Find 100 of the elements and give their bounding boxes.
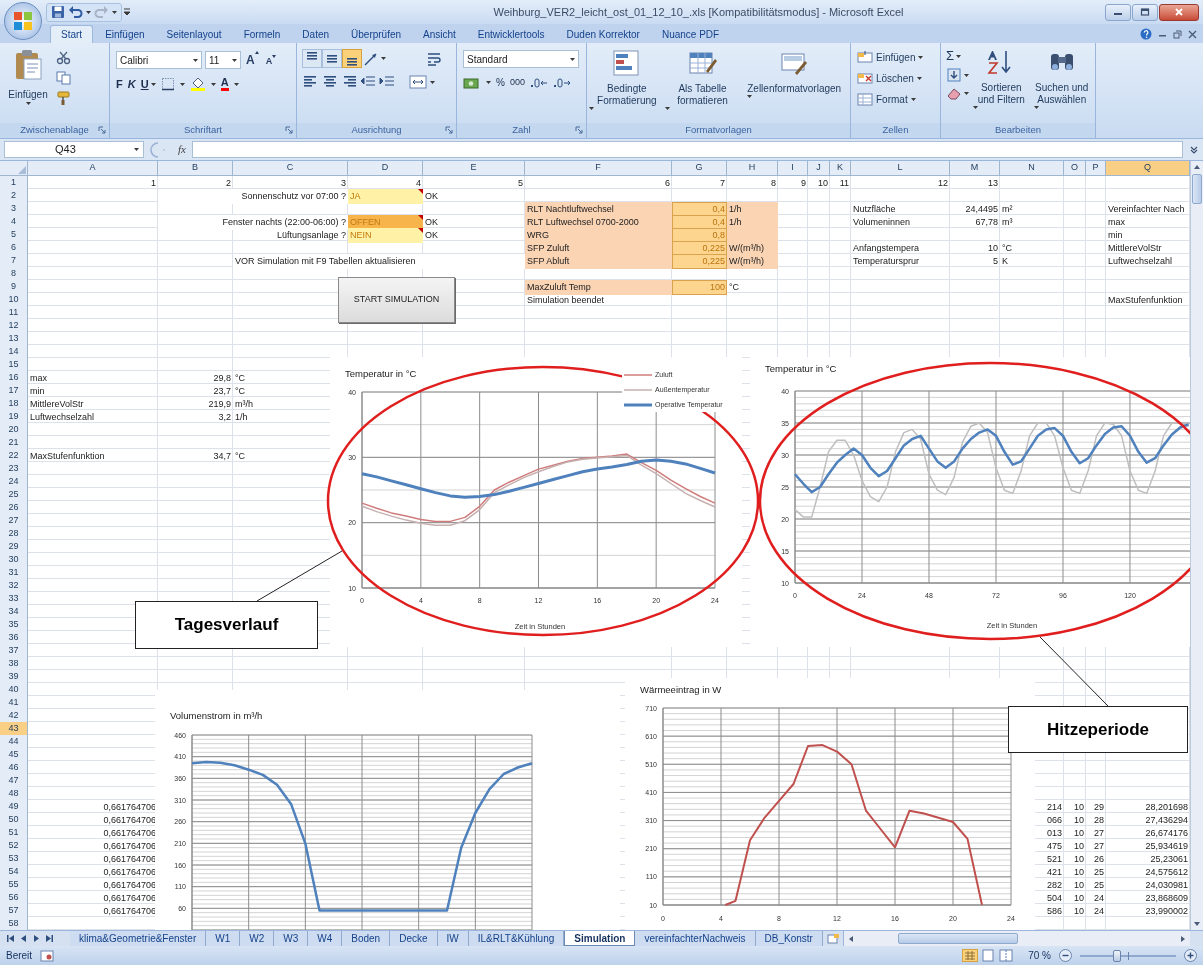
ribbon-tab[interactable]: Daten (292, 25, 340, 43)
help-icon[interactable] (1140, 28, 1152, 40)
last-sheet-icon[interactable] (45, 934, 54, 943)
ribbon-tab[interactable]: Ansicht (413, 25, 466, 43)
row-header[interactable]: 48 (0, 787, 28, 802)
row-header[interactable]: 19 (0, 410, 28, 425)
row-header[interactable]: 28 (0, 527, 28, 542)
column-header[interactable]: C (233, 161, 348, 176)
save-icon[interactable] (51, 5, 65, 19)
ribbon-button[interactable]: Als Tabelle formatieren (664, 49, 741, 110)
bold-button[interactable]: F (116, 76, 123, 93)
wrap-text-icon[interactable] (426, 50, 442, 67)
column-header[interactable]: J (808, 161, 830, 176)
percent-button[interactable]: % (496, 75, 505, 90)
column-header[interactable]: Q (1106, 161, 1190, 176)
ribbon-button[interactable]: Format (857, 90, 934, 108)
ribbon-button[interactable]: Suchen und Auswählen (1033, 48, 1090, 109)
increase-decimal-icon[interactable] (529, 75, 548, 90)
row-header[interactable]: 26 (0, 501, 28, 516)
row-header[interactable]: 47 (0, 774, 28, 789)
column-header[interactable]: I (778, 161, 808, 176)
row-header[interactable]: 37 (0, 644, 28, 659)
row-header[interactable]: 35 (0, 618, 28, 633)
slider-thumb[interactable] (1113, 949, 1122, 962)
border-icon[interactable] (160, 77, 175, 92)
row-header[interactable]: 51 (0, 826, 28, 841)
align-right-icon[interactable] (341, 74, 357, 90)
row-header[interactable]: 5 (0, 228, 28, 243)
sheet-tab[interactable]: Boden (342, 931, 391, 946)
row-header[interactable]: 8 (0, 267, 28, 282)
maximize-button[interactable] (1132, 3, 1158, 21)
column-header[interactable]: A (28, 161, 158, 176)
dialog-launcher-icon[interactable] (445, 126, 453, 134)
ribbon-tab[interactable]: Überprüfen (341, 25, 412, 43)
column-header[interactable]: D (348, 161, 423, 176)
row-header[interactable]: 17 (0, 384, 28, 399)
row-header[interactable]: 4 (0, 215, 28, 230)
grow-font-button[interactable]: A (244, 51, 261, 69)
decrease-decimal-icon[interactable] (552, 75, 571, 90)
zoom-level-text[interactable]: 70 % (1028, 948, 1051, 963)
column-header[interactable]: G (672, 161, 727, 176)
row-header[interactable]: 34 (0, 605, 28, 620)
row-header[interactable]: 41 (0, 696, 28, 711)
restore-icon[interactable] (1173, 29, 1182, 39)
start-simulation-button[interactable]: START SIMULATION (338, 277, 455, 323)
scrollbar-thumb[interactable] (897, 933, 1018, 944)
row-header[interactable]: 16 (0, 371, 28, 386)
row-header[interactable]: 29 (0, 540, 28, 555)
fill-down-icon[interactable] (946, 68, 962, 82)
zoom-out-icon[interactable] (1059, 949, 1072, 962)
row-header[interactable]: 36 (0, 631, 28, 646)
fill-color-icon[interactable] (189, 77, 206, 92)
column-header[interactable]: E (423, 161, 525, 176)
column-header[interactable]: N (1000, 161, 1064, 176)
sheet-tab[interactable]: W2 (240, 931, 275, 946)
font-size-dropdown[interactable]: 11 (205, 51, 241, 69)
ribbon-tab[interactable]: Nuance PDF (651, 25, 730, 43)
thousands-button[interactable]: 000 (509, 75, 525, 90)
ribbon-tab[interactable]: Formeln (233, 25, 291, 43)
ribbon-button[interactable]: Sortieren und Filtern (973, 48, 1030, 109)
row-header[interactable]: 57 (0, 904, 28, 919)
underline-button[interactable]: U (140, 76, 156, 93)
vertical-align-icon[interactable] (343, 50, 361, 67)
ribbon-tab[interactable]: Duden Korrektor (556, 25, 650, 43)
row-header[interactable]: 27 (0, 514, 28, 529)
ribbon-button[interactable]: Bedingte Formatierung (589, 49, 665, 110)
sheet-tab[interactable]: DB_Konstr (755, 931, 823, 946)
next-sheet-icon[interactable] (32, 934, 41, 943)
row-header[interactable]: 25 (0, 488, 28, 503)
row-header[interactable]: 40 (0, 683, 28, 698)
ribbon-button[interactable]: Löschen (857, 69, 934, 87)
sheet-tab[interactable]: klima&Geometrie&Fenster (70, 931, 207, 946)
row-header[interactable]: 6 (0, 241, 28, 256)
ribbon-button[interactable]: Einfügen (857, 48, 934, 66)
align-center-icon[interactable] (322, 74, 338, 90)
sheet-tab[interactable]: vereinfachterNachweis (635, 931, 756, 946)
row-header[interactable]: 13 (0, 332, 28, 347)
row-header[interactable]: 18 (0, 397, 28, 412)
column-header[interactable]: M (950, 161, 1000, 176)
zoom-slider[interactable] (1080, 949, 1176, 962)
row-header[interactable]: 1 (0, 176, 28, 191)
shrink-font-button[interactable]: A (263, 51, 279, 69)
ribbon-tab[interactable]: Seitenlayout (156, 25, 232, 43)
currency-icon[interactable] (463, 75, 481, 90)
dialog-launcher-icon[interactable] (575, 126, 583, 134)
text-orientation-icon[interactable] (363, 50, 379, 67)
row-header[interactable]: 45 (0, 748, 28, 763)
font-color-button[interactable]: A (220, 77, 229, 92)
ribbon-tab[interactable]: Start (50, 25, 94, 43)
name-box[interactable]: Q43 (4, 141, 144, 158)
row-header[interactable]: 22 (0, 449, 28, 464)
row-header[interactable]: 30 (0, 553, 28, 568)
merge-cells-icon[interactable] (409, 74, 427, 90)
row-header[interactable]: 2 (0, 189, 28, 204)
row-header[interactable]: 10 (0, 293, 28, 308)
dialog-launcher-icon[interactable] (285, 126, 293, 134)
row-header[interactable]: 23 (0, 462, 28, 477)
customize-toolbar-icon[interactable] (122, 7, 132, 17)
dialog-launcher-icon[interactable] (98, 126, 106, 134)
row-header[interactable]: 24 (0, 475, 28, 490)
